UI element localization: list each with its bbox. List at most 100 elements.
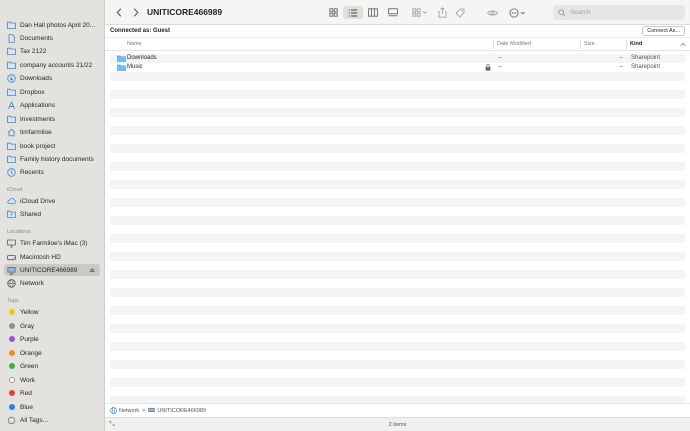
row-stripe [110, 90, 685, 99]
tag-dot-icon [8, 363, 15, 369]
sidebar-item-applications[interactable]: Applications [4, 99, 100, 111]
column-divider[interactable] [626, 40, 627, 49]
sidebar-tag-yellow[interactable]: Yellow [4, 306, 100, 318]
column-header-name[interactable]: Name [127, 41, 142, 47]
column-view-button[interactable] [365, 6, 381, 19]
sidebar-item-documents[interactable]: Documents [4, 32, 100, 44]
sidebar-tag-purple[interactable]: Purple [4, 333, 100, 345]
column-header-size[interactable]: Size [584, 41, 595, 47]
globe-icon [7, 278, 16, 288]
more-options-icon [509, 8, 525, 17]
path-segment-network[interactable]: Network [119, 408, 139, 414]
icon-view-button[interactable] [325, 6, 341, 19]
file-list: Downloads -- -- Sharepoint Music -- -- S… [105, 51, 690, 403]
sidebar-tag-all-tags[interactable]: All Tags... [4, 414, 100, 426]
table-row[interactable]: Music -- -- Sharepoint [110, 63, 685, 72]
sidebar-section-locations: Locations [7, 229, 31, 235]
clock-icon [7, 167, 16, 177]
search-input[interactable] [570, 9, 680, 16]
sidebar-item-label: Tax 2122 [20, 47, 47, 55]
sidebar-item-label: Dropbox [20, 88, 45, 96]
row-stripe [110, 360, 685, 369]
sidebar-item-label: Recents [20, 168, 44, 176]
path-segment-current[interactable]: UNITICORE466989 [157, 408, 206, 414]
connect-as-button[interactable]: Connect As... [642, 26, 685, 36]
sidebar-item-recents[interactable]: Recents [4, 166, 100, 178]
sidebar-item-label: Dan Hall photos April 20... [20, 21, 96, 29]
sidebar-item-dan-hall-photos[interactable]: Dan Hall photos April 20... [4, 19, 100, 31]
sidebar-item-icloud-drive[interactable]: iCloud Drive [4, 195, 100, 207]
sidebar-item-label: Red [20, 389, 32, 397]
row-stripe [110, 216, 685, 225]
sidebar-item-dropbox[interactable]: Dropbox [4, 86, 100, 98]
gallery-icon [388, 8, 398, 17]
sidebar-item-network[interactable]: Network [4, 277, 100, 289]
sidebar-item-investments[interactable]: Investments [4, 113, 100, 125]
sidebar-item-timfarmiloe[interactable]: timfarmiloe [4, 126, 100, 138]
sidebar-item-uniticore[interactable]: UNITICORE466989 ⏏ [4, 264, 100, 276]
sidebar-item-imac[interactable]: Tim Farmiloe's iMac (3) [4, 237, 100, 249]
sidebar-item-label: book project [20, 142, 56, 150]
folder-icon [117, 64, 126, 73]
sidebar-item-book-project[interactable]: book project [4, 140, 100, 152]
sidebar-item-label: Purple [20, 335, 39, 343]
column-divider[interactable] [493, 40, 494, 49]
sidebar-tag-work[interactable]: Work [4, 374, 100, 386]
column-header-kind[interactable]: Kind [630, 41, 642, 47]
sidebar-item-label: Downloads [20, 74, 53, 82]
sidebar-tag-orange[interactable]: Orange [4, 347, 100, 359]
sidebar-item-label: Investments [20, 115, 56, 123]
back-button[interactable] [113, 6, 125, 19]
sidebar-item-label: iCloud Drive [20, 197, 56, 205]
connection-status: Connected as: Guest [110, 28, 171, 34]
row-stripe [110, 198, 685, 207]
share-button[interactable] [435, 6, 449, 19]
action-menu-button[interactable] [507, 6, 529, 19]
sidebar-item-label: Tim Farmiloe's iMac (3) [20, 239, 88, 247]
sidebar-tag-red[interactable]: Red [4, 387, 100, 399]
sidebar-item-macintosh-hd[interactable]: Macintosh HD [4, 251, 100, 263]
gallery-view-button[interactable] [385, 6, 401, 19]
tag-button[interactable] [453, 6, 467, 19]
quick-look-button[interactable] [485, 6, 499, 19]
sidebar-item-company-accounts[interactable]: company accounts 21/22 [4, 59, 100, 71]
sidebar-tag-green[interactable]: Green [4, 360, 100, 372]
column-header-date-modified[interactable]: Date Modified [497, 41, 531, 47]
sidebar-item-downloads[interactable]: Downloads [4, 72, 100, 84]
row-stripe [110, 108, 685, 117]
search-icon [558, 8, 566, 17]
sidebar-item-label: Blue [20, 403, 34, 411]
file-date: -- [498, 55, 502, 61]
column-divider[interactable] [580, 40, 581, 49]
table-row[interactable]: Downloads -- -- Sharepoint [110, 54, 685, 63]
sidebar-item-label: timfarmiloe [20, 128, 52, 136]
sidebar-item-label: All Tags... [20, 416, 49, 424]
group-button[interactable] [409, 6, 431, 19]
window-title: UNITICORE466989 [147, 7, 223, 17]
folder-icon [7, 47, 16, 56]
forward-button[interactable] [130, 6, 142, 19]
sidebar-item-label: Family history documents [20, 155, 94, 163]
file-name: Music [127, 64, 143, 70]
eye-icon [486, 10, 498, 15]
sidebar-tag-gray[interactable]: Gray [4, 320, 100, 332]
file-date: -- [498, 64, 502, 70]
sidebar-item-tax-2122[interactable]: Tax 2122 [4, 45, 100, 57]
list-view-button[interactable] [343, 6, 363, 19]
search-field[interactable] [553, 5, 685, 20]
sidebar: Dan Hall photos April 20... Documents Ta… [0, 0, 105, 431]
toolbar: UNITICORE466989 [105, 0, 690, 25]
sidebar-item-shared[interactable]: Shared [4, 208, 100, 220]
sidebar-item-family-history[interactable]: Family history documents [4, 153, 100, 165]
tag-dot-icon [8, 323, 15, 329]
sidebar-section-tags: Tags [7, 298, 19, 304]
sidebar-item-label: Gray [20, 322, 35, 330]
row-stripe [110, 144, 685, 153]
tag-dot-icon [8, 336, 15, 342]
sidebar-tag-blue[interactable]: Blue [4, 401, 100, 413]
path-separator: > [142, 407, 146, 414]
file-size: -- [619, 55, 623, 61]
document-icon [7, 33, 16, 43]
eject-icon[interactable]: ⏏ [89, 267, 95, 274]
tag-dot-icon [8, 390, 15, 396]
